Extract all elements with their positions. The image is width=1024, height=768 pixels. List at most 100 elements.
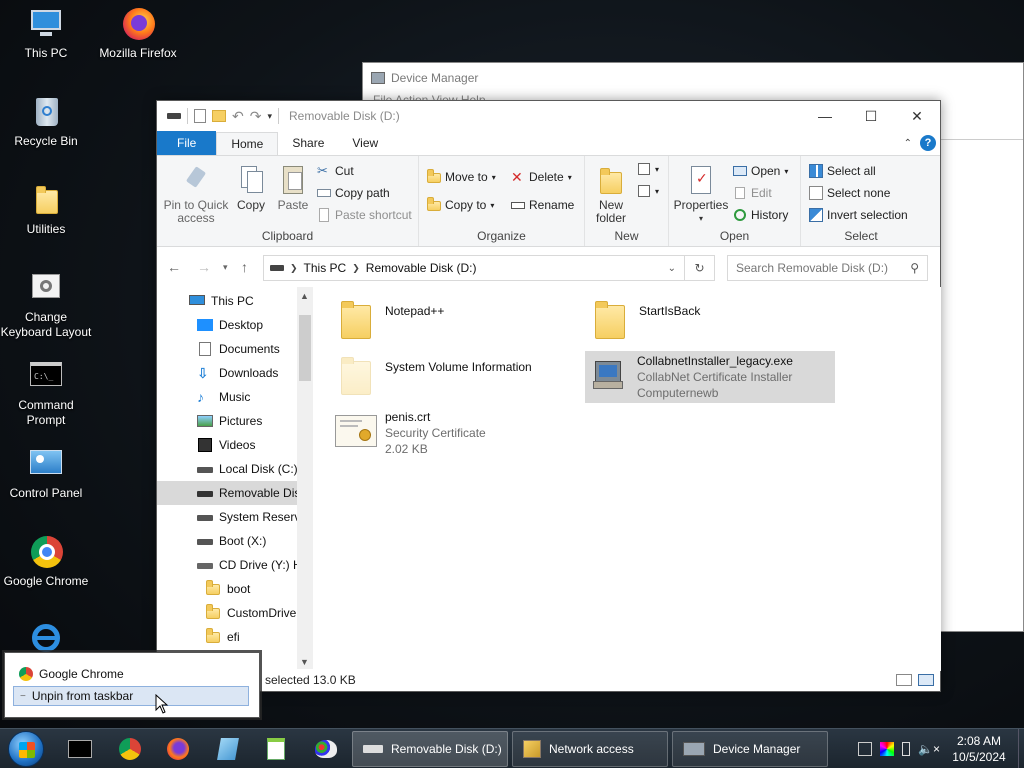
- properties-button[interactable]: ✓ Properties ▾: [673, 164, 729, 225]
- tab-view[interactable]: View: [338, 131, 392, 155]
- up-arrow-icon[interactable]: ↑: [241, 259, 248, 275]
- forward-arrow-icon[interactable]: →: [197, 259, 211, 275]
- select-none-button[interactable]: Select none: [809, 186, 890, 200]
- select-all-button[interactable]: Select all: [809, 164, 876, 178]
- nav-item-boot-x[interactable]: Boot (X:): [157, 529, 299, 553]
- start-button[interactable]: [8, 731, 44, 767]
- desktop-icon-this-pc[interactable]: This PC: [0, 6, 92, 61]
- volume-muted-icon[interactable]: 🔈×: [918, 742, 940, 756]
- breadcrumb-removable-disk[interactable]: Removable Disk (D:): [366, 261, 477, 275]
- device-manager-titlebar[interactable]: Device Manager: [363, 63, 1023, 93]
- rename-button[interactable]: Rename: [511, 198, 574, 212]
- close-button[interactable]: ✕: [894, 101, 940, 131]
- desktop-icon-recycle-bin[interactable]: Recycle Bin: [0, 94, 92, 149]
- clock[interactable]: 2:08 AM 10/5/2024: [948, 733, 1010, 765]
- expand-ribbon-icon[interactable]: ⌃: [904, 138, 912, 149]
- scroll-thumb[interactable]: [299, 315, 311, 381]
- file-item-notepadpp[interactable]: Notepad++: [333, 295, 563, 347]
- edit-button[interactable]: Edit: [733, 186, 772, 200]
- taskbar-button-network-access[interactable]: Network access: [512, 731, 668, 767]
- nav-item-folder-efi[interactable]: efi: [157, 625, 299, 649]
- file-item-certificate[interactable]: penis.crt Security Certificate 2.02 KB: [333, 407, 563, 459]
- open-button[interactable]: Open ▾: [733, 164, 788, 178]
- delete-button[interactable]: ✕ Delete ▾: [511, 170, 572, 184]
- recent-locations-chevron-icon[interactable]: ▾: [223, 262, 228, 273]
- tab-home[interactable]: Home: [216, 132, 279, 156]
- file-item-system-volume-information[interactable]: System Volume Information: [333, 351, 583, 403]
- copy-to-button[interactable]: Copy to ▾: [427, 197, 494, 212]
- address-bar[interactable]: ❯ This PC ❯ Removable Disk (D:) ⌄: [263, 255, 685, 281]
- nav-item-videos[interactable]: Videos: [157, 433, 299, 457]
- new-folder-button[interactable]: New folder: [591, 164, 631, 225]
- taskbar-button-removable-disk[interactable]: Removable Disk (D:): [352, 731, 508, 767]
- breadcrumb-this-pc[interactable]: This PC: [304, 261, 347, 275]
- taskbar-pin-google-chrome[interactable]: [112, 735, 148, 763]
- usb-tray-icon[interactable]: [902, 742, 911, 756]
- taskbar-pin-firefox[interactable]: [160, 735, 196, 763]
- file-item-collabnet-installer[interactable]: CollabnetInstaller_legacy.exe CollabNet …: [585, 351, 835, 403]
- tab-file[interactable]: File: [157, 131, 217, 155]
- invert-selection-button[interactable]: Invert selection: [809, 208, 908, 222]
- scroll-down-icon[interactable]: ▼: [300, 657, 309, 667]
- nav-scrollbar[interactable]: ▲ ▼: [297, 287, 313, 671]
- nav-item-documents[interactable]: Documents: [157, 337, 299, 361]
- nav-item-downloads[interactable]: ⇩ Downloads: [157, 361, 299, 385]
- search-input[interactable]: Search Removable Disk (D:) ⚲: [727, 255, 928, 281]
- color-tray-icon[interactable]: [880, 742, 895, 756]
- properties-check-icon[interactable]: [194, 109, 206, 123]
- scroll-up-icon[interactable]: ▲: [300, 291, 309, 301]
- undo-icon[interactable]: ↶: [232, 108, 244, 125]
- taskbar-pin-command-prompt[interactable]: [62, 735, 98, 763]
- desktop-icon-change-keyboard-layout[interactable]: Change Keyboard Layout: [0, 270, 92, 340]
- desktop-icon-google-chrome[interactable]: Google Chrome: [0, 534, 92, 589]
- taskbar-pin-paint[interactable]: [308, 735, 344, 763]
- refresh-button[interactable]: ↻: [685, 255, 715, 281]
- desktop-icon-firefox[interactable]: Mozilla Firefox: [92, 6, 184, 61]
- paste-button[interactable]: Paste: [273, 164, 313, 212]
- nav-item-pictures[interactable]: Pictures: [157, 409, 299, 433]
- nav-item-this-pc[interactable]: This PC: [157, 289, 299, 313]
- nav-item-music[interactable]: ♪ Music: [157, 385, 299, 409]
- address-dropdown-icon[interactable]: ⌄: [668, 263, 676, 274]
- back-arrow-icon[interactable]: ←: [167, 259, 181, 275]
- paste-shortcut-button[interactable]: Paste shortcut: [317, 208, 412, 222]
- taskbar-button-device-manager[interactable]: Device Manager: [672, 731, 828, 767]
- desktop-icon-control-panel[interactable]: Control Panel: [0, 446, 92, 501]
- nav-item-folder-boot[interactable]: boot: [157, 577, 299, 601]
- nav-item-removable-disk-d[interactable]: Removable Disk (D:): [157, 481, 299, 505]
- new-item-button[interactable]: ▾: [637, 162, 659, 176]
- history-button[interactable]: History: [733, 208, 788, 222]
- minimize-button[interactable]: —: [802, 101, 848, 131]
- nav-item-local-disk-c[interactable]: Local Disk (C:): [157, 457, 299, 481]
- taskbar-pin-notepadpp[interactable]: [258, 735, 294, 763]
- show-desktop-button[interactable]: [1018, 729, 1024, 768]
- desktop-icon-command-prompt[interactable]: C:\_ Command Prompt: [0, 358, 92, 428]
- unpin-from-taskbar-item[interactable]: − Unpin from taskbar: [13, 686, 249, 706]
- redo-icon[interactable]: ↷: [250, 108, 262, 125]
- copy-path-button[interactable]: Copy path: [317, 186, 390, 200]
- copy-button[interactable]: Copy: [231, 164, 271, 212]
- nav-item-system-reserved[interactable]: System Reserved: [157, 505, 299, 529]
- navigation-pane[interactable]: This PC Desktop Documents ⇩ Downloads ♪ …: [157, 287, 313, 671]
- large-icons-view-icon[interactable]: [918, 674, 934, 686]
- new-folder-qat-icon[interactable]: [212, 110, 226, 122]
- file-item-startisback[interactable]: StartIsBack: [587, 295, 817, 347]
- explorer-titlebar[interactable]: ↶ ↷ ▾ Removable Disk (D:) — ☐ ✕: [157, 101, 940, 131]
- taskbar-pin-notepad[interactable]: [210, 735, 246, 763]
- file-explorer-window[interactable]: ↶ ↷ ▾ Removable Disk (D:) — ☐ ✕ File Hom…: [156, 100, 941, 692]
- details-view-icon[interactable]: [896, 674, 912, 686]
- nav-item-cd-drive-y[interactable]: CD Drive (Y:) H: [157, 553, 299, 577]
- network-tray-icon[interactable]: [858, 742, 873, 756]
- move-to-button[interactable]: Move to ▾: [427, 169, 496, 184]
- help-icon[interactable]: ?: [920, 135, 936, 151]
- qat-dropdown-icon[interactable]: ▾: [267, 111, 272, 122]
- desktop-icon-utilities[interactable]: Utilities: [0, 182, 92, 237]
- file-list[interactable]: Notepad++ StartIsBack System Volume Info…: [317, 287, 941, 671]
- nav-item-desktop[interactable]: Desktop: [157, 313, 299, 337]
- tab-share[interactable]: Share: [278, 131, 338, 155]
- cut-button[interactable]: ✂ Cut: [317, 164, 354, 179]
- nav-item-folder-customdrivers[interactable]: CustomDrivers: [157, 601, 299, 625]
- jump-list-app-google-chrome[interactable]: Google Chrome: [13, 664, 249, 684]
- maximize-button[interactable]: ☐: [848, 101, 894, 131]
- pin-quick-access-button[interactable]: Pin to Quick access: [161, 164, 231, 225]
